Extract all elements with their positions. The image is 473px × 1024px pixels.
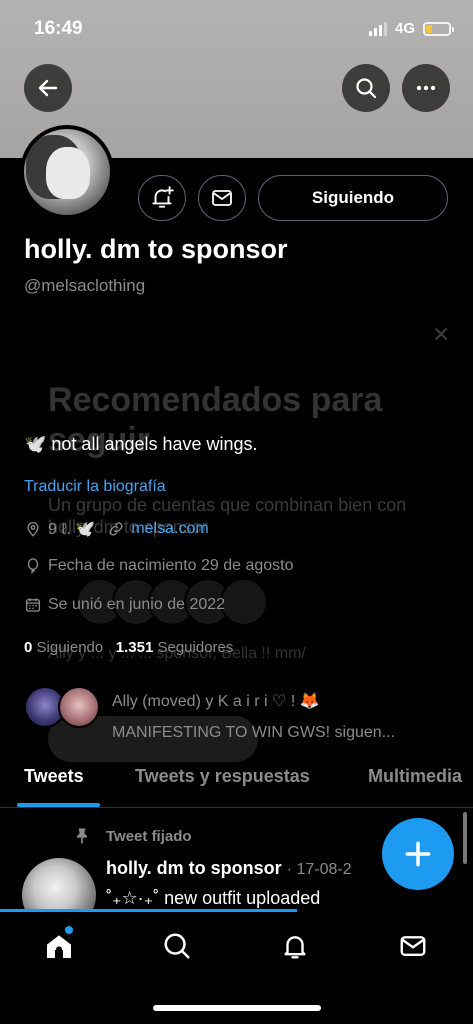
follower-avatar (58, 686, 100, 728)
tweet-author[interactable]: holly. dm to sponsor (106, 858, 282, 878)
profile-avatar[interactable] (20, 125, 114, 219)
username: @melsaclothing (24, 276, 146, 295)
back-button[interactable] (24, 64, 72, 112)
home-icon (47, 935, 71, 958)
profile-bio: 🕊️ not all angels have wings. (24, 434, 258, 454)
search-icon (164, 933, 190, 959)
followers-count: 1.351 (115, 639, 154, 656)
plus-icon (405, 841, 431, 867)
following-count-link[interactable]: 0 Siguiendo (24, 639, 103, 656)
battery-icon (423, 21, 454, 36)
following-button[interactable]: Siguiendo (258, 175, 448, 221)
website-link[interactable]: melsa.com (131, 520, 208, 538)
more-icon (416, 85, 436, 91)
followed-by-text: Ally (moved) y K a i r i ♡ ! 🦊 MANIFESTI… (112, 686, 395, 748)
overlay-close-icon[interactable]: ✕ (432, 322, 450, 348)
tweet-header: holly. dm to sponsor · 17-08-2 (106, 858, 352, 879)
nav-search[interactable] (159, 928, 195, 964)
unread-dot (65, 926, 73, 934)
scrollbar[interactable] (463, 812, 467, 864)
status-bar: 16:49 4G (0, 0, 473, 60)
calendar-icon (25, 598, 41, 612)
pinned-label: Tweet fijado (106, 827, 192, 845)
followed-by-line-2: MANIFESTING TO WIN GWS! siguen... (112, 724, 396, 741)
arrow-left-icon (38, 79, 58, 97)
translate-bio-link[interactable]: Traducir la biografía (24, 478, 166, 496)
tweet-text[interactable]: ˚₊☆·₊˚ new outfit uploaded (106, 888, 320, 909)
nav-notifications[interactable] (277, 928, 313, 964)
nav-messages[interactable] (395, 928, 431, 964)
status-indicators: 4G (368, 20, 454, 37)
tab-tweets-replies[interactable]: Tweets y respuestas (135, 766, 310, 787)
compose-tweet-button[interactable] (382, 818, 454, 890)
signal-icon (368, 21, 387, 36)
envelope-icon (212, 190, 232, 206)
link-icon (109, 522, 123, 536)
display-name: holly. dm to sponsor (24, 234, 288, 264)
location-website-row: 9 ℓ. 🕊️ melsa.com (24, 519, 209, 539)
balloon-icon (27, 558, 39, 574)
tab-media[interactable]: Multimedia (368, 766, 462, 787)
following-label: Siguiendo (36, 639, 104, 656)
tweet-date: · 17-08-2 (286, 861, 352, 878)
pin-icon (77, 828, 87, 844)
search-icon (356, 78, 377, 99)
network-type: 4G (394, 20, 415, 37)
pinned-indicator: Tweet fijado (72, 826, 192, 846)
notifications-icon (284, 936, 306, 959)
birthday-row: Fecha de nacimiento 29 de agosto (24, 557, 294, 575)
home-indicator (153, 1005, 321, 1011)
status-time: 16:49 (34, 18, 83, 39)
joined-row: Se unió en junio de 2022 (24, 596, 225, 614)
bell-plus-icon (152, 186, 174, 208)
more-button[interactable] (402, 64, 450, 112)
nav-home[interactable] (41, 926, 77, 964)
message-button[interactable] (198, 175, 246, 221)
profile-tabs: Tweets Tweets y respuestas Multimedia (0, 752, 473, 808)
birthday-text: Fecha de nacimiento 29 de agosto (48, 557, 294, 574)
notify-button[interactable] (138, 175, 186, 221)
location-icon (27, 522, 39, 537)
messages-icon (400, 936, 426, 956)
followers-count-link[interactable]: 1.351 Seguidores (116, 639, 234, 656)
joined-text: Se unió en junio de 2022 (48, 596, 226, 613)
active-tab-indicator (17, 803, 100, 807)
search-button[interactable] (342, 64, 390, 112)
location-text: 9 ℓ. 🕊️ (48, 521, 96, 538)
follow-counts: 0 Siguiendo 1.351 Seguidores (24, 639, 233, 656)
following-count: 0 (24, 639, 33, 656)
followed-by-line-1: Ally (moved) y K a i r i ♡ ! 🦊 (112, 693, 320, 710)
followers-label: Seguidores (157, 639, 234, 656)
tab-tweets[interactable]: Tweets (24, 766, 84, 787)
